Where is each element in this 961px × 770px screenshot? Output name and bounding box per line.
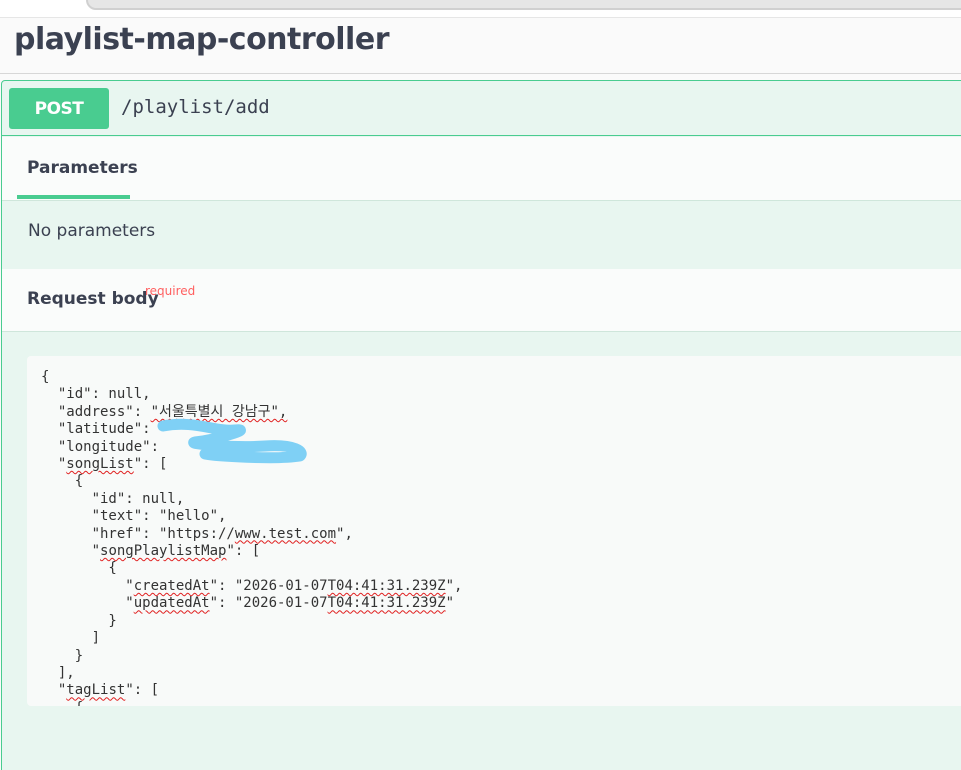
controller-divider xyxy=(0,73,961,74)
code-line: { xyxy=(41,560,117,577)
code-token: ": [ xyxy=(125,682,160,699)
code-line: { xyxy=(41,473,84,490)
code-token: ", xyxy=(445,577,463,594)
tab-parameters-label: Parameters xyxy=(27,158,138,178)
code-line: ] xyxy=(41,630,101,647)
operation-summary[interactable]: POST /playlist/add xyxy=(2,81,961,136)
code-token: ": "2026-01-07 xyxy=(209,577,328,594)
request-body-editor[interactable]: { "id": null, "address": "서울특별시 강남구", "l… xyxy=(27,356,961,706)
method-badge[interactable]: POST xyxy=(9,88,109,129)
code-line: " xyxy=(41,595,134,612)
code-token: songPlaylistMap xyxy=(100,543,227,560)
code-line: "href": "https:// xyxy=(41,525,235,542)
code-token: T04:41:31.239Z xyxy=(327,595,446,612)
no-parameters-text: No parameters xyxy=(28,221,156,241)
code-token: updatedAt xyxy=(133,595,210,612)
request-body-label: Request body xyxy=(27,289,159,309)
code-token: songList xyxy=(66,456,134,473)
code-token: " xyxy=(445,595,455,612)
code-line: " xyxy=(41,577,134,594)
operation-block: POST /playlist/add Parameters No paramet… xyxy=(1,80,961,770)
code-line: "latitude": xyxy=(41,421,160,438)
code-line: } xyxy=(41,612,117,629)
code-token: createdAt xyxy=(133,577,210,594)
code-token: www.test.com xyxy=(234,525,337,542)
code-line: "id": null, xyxy=(41,490,185,507)
redaction-scribble xyxy=(157,418,307,464)
code-token: T04:41:31.239Z xyxy=(327,577,446,594)
code-token: ": "2026-01-07 xyxy=(209,595,328,612)
tab-parameters[interactable]: Parameters xyxy=(17,137,138,199)
code-line: { xyxy=(41,369,50,385)
operation-path[interactable]: /playlist/add xyxy=(121,96,270,118)
code-token: tagList xyxy=(66,682,126,699)
code-line: " xyxy=(41,682,67,699)
code-line: } xyxy=(41,647,84,664)
address-bar[interactable] xyxy=(86,0,961,10)
code-token: ": [ xyxy=(226,543,261,560)
browser-top-bar xyxy=(0,0,961,18)
parameters-header: Parameters xyxy=(2,137,961,201)
code-line: "id": null, xyxy=(41,386,151,403)
code-line: { xyxy=(41,700,83,706)
code-line: " xyxy=(41,456,67,473)
code-token: ", xyxy=(336,525,353,542)
code-line: "text": "hello", xyxy=(41,508,227,525)
controller-title[interactable]: playlist-map-controller xyxy=(14,22,389,57)
code-line: " xyxy=(41,543,101,560)
request-body-header: Request body required xyxy=(2,269,961,332)
code-line: ], xyxy=(41,664,75,681)
code-line: "address": xyxy=(41,403,151,420)
code-line: "longitude": xyxy=(41,438,168,455)
required-badge: required xyxy=(145,284,196,298)
